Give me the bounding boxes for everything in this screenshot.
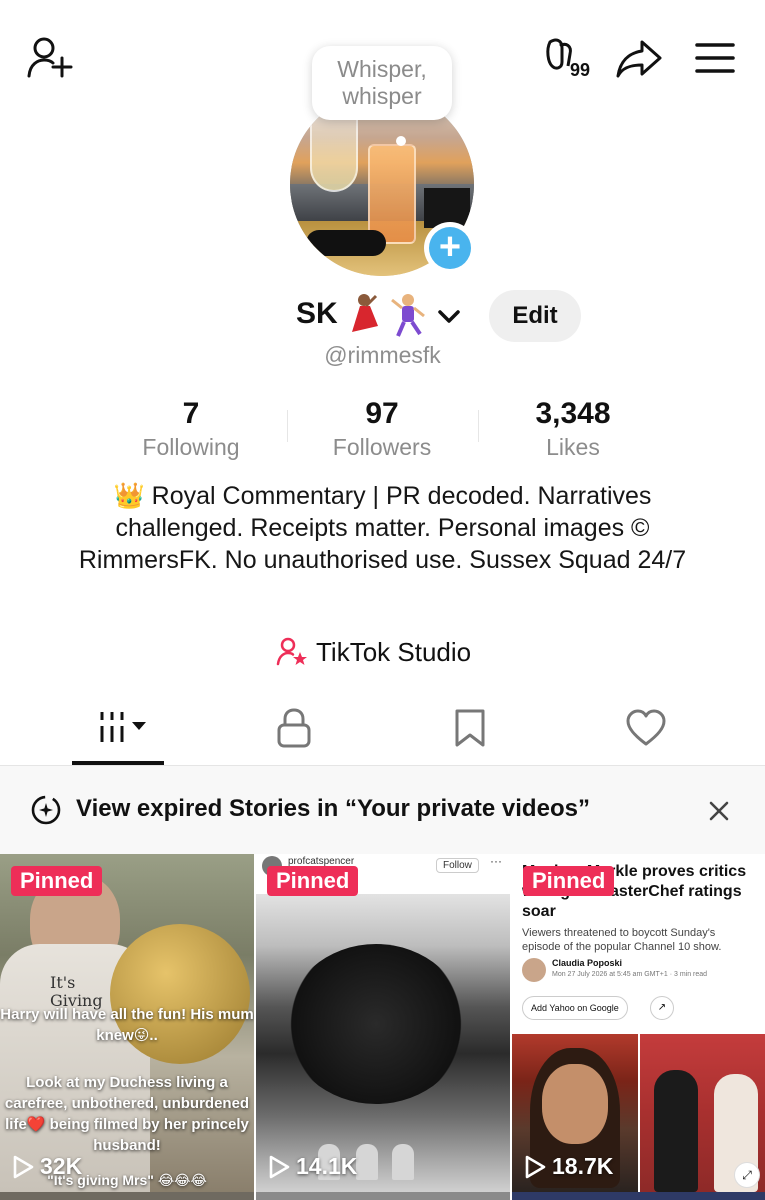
- view-count-value: 32K: [40, 1153, 83, 1179]
- tab-private[interactable]: [254, 706, 334, 750]
- stat-following[interactable]: 7 Following: [96, 396, 286, 462]
- menu-icon[interactable]: [694, 40, 736, 76]
- play-icon: [268, 1155, 290, 1179]
- author-name: Claudia Poposki: [552, 958, 623, 968]
- article-share-icon: ↗: [650, 996, 674, 1020]
- stat-likes-label: Likes: [546, 434, 600, 460]
- close-icon[interactable]: [704, 796, 734, 826]
- video-tile-partial[interactable]: [512, 1192, 765, 1200]
- creator-star-icon: [276, 636, 308, 668]
- stat-followers[interactable]: 97 Followers: [287, 396, 477, 462]
- stat-likes[interactable]: 3,348 Likes: [478, 396, 668, 462]
- video-tile[interactable]: Meghan Markle proves critics wrong as Ma…: [512, 854, 765, 1192]
- dancer-emoji-icon: [346, 292, 436, 338]
- note-bubble[interactable]: Whisper, whisper: [312, 46, 452, 120]
- video-tile-partial[interactable]: [256, 1192, 510, 1200]
- article-author: Claudia Poposki Mon 27 July 2026 at 5:45…: [522, 958, 762, 984]
- play-icon: [524, 1155, 546, 1179]
- video-tile[interactable]: profcatspencer Follow ··· Pinned 14.1K: [256, 854, 510, 1192]
- article-date: Mon 27 July 2026 at 5:45 am GMT+1 · 3 mi…: [552, 971, 708, 978]
- chevron-down-icon[interactable]: [436, 304, 462, 330]
- expand-icon: ⤢: [734, 1162, 760, 1188]
- play-icon: [12, 1155, 34, 1179]
- add-friend-icon[interactable]: [26, 36, 74, 80]
- profile-tabs: [0, 696, 765, 766]
- grid-dropdown-icon: [88, 708, 152, 748]
- tiktok-studio-link[interactable]: TikTok Studio: [276, 634, 471, 670]
- tab-favorites[interactable]: [430, 706, 510, 750]
- pinned-badge: Pinned: [11, 866, 103, 896]
- username-handle: @rimmesfk: [324, 342, 441, 368]
- view-count: 14.1K: [268, 1153, 357, 1180]
- pinned-badge: Pinned: [523, 866, 615, 896]
- tab-videos[interactable]: [80, 706, 160, 750]
- video-caption: Harry will have all the fun! His mum kne…: [0, 1006, 254, 1044]
- display-name: SK: [296, 297, 338, 330]
- expired-stories-text: View expired Stories in “Your private vi…: [76, 795, 590, 822]
- note-bubble-text: Whisper, whisper: [337, 56, 427, 109]
- stat-followers-label: Followers: [332, 434, 432, 460]
- now-icon[interactable]: 99: [542, 36, 602, 80]
- add-yahoo-label: Add Yahoo on Google: [522, 996, 628, 1020]
- active-tab-indicator: [72, 761, 164, 765]
- pinned-badge: Pinned: [267, 866, 359, 896]
- bio-text: 👑 Royal Commentary | PR decoded. Narrati…: [78, 482, 687, 574]
- stat-likes-value: 3,348: [535, 397, 611, 430]
- story-add-icon: [30, 794, 62, 826]
- article-subhead: Viewers threatened to boycott Sunday's e…: [522, 927, 722, 953]
- lock-icon: [276, 708, 312, 748]
- tab-liked[interactable]: [606, 706, 686, 750]
- plus-icon: +: [429, 227, 471, 269]
- svg-text:99: 99: [570, 60, 590, 80]
- heart-icon: [626, 709, 666, 747]
- view-count: 32K: [12, 1153, 82, 1180]
- post-follow-label: Follow: [436, 858, 479, 873]
- more-icon: ···: [490, 854, 502, 868]
- bookmark-icon: [454, 708, 486, 748]
- stat-followers-value: 97: [365, 397, 399, 430]
- view-count-value: 18.7K: [552, 1153, 614, 1179]
- stat-following-value: 7: [182, 397, 200, 430]
- stat-following-label: Following: [142, 434, 240, 460]
- tiktok-studio-label: TikTok Studio: [316, 636, 472, 667]
- add-story-button[interactable]: +: [424, 222, 476, 274]
- edit-profile-button[interactable]: Edit: [489, 290, 581, 342]
- share-icon[interactable]: [614, 36, 664, 80]
- view-count: 18.7K: [524, 1153, 613, 1180]
- author-avatar: [522, 958, 546, 982]
- note-bubble-dot: [396, 136, 406, 146]
- video-caption: Look at my Duchess living a carefree, un…: [4, 1074, 250, 1154]
- video-tile[interactable]: It's Giving Harry will have all the fun!…: [0, 854, 254, 1192]
- video-tile-partial[interactable]: [0, 1192, 254, 1200]
- view-count-value: 14.1K: [296, 1153, 358, 1179]
